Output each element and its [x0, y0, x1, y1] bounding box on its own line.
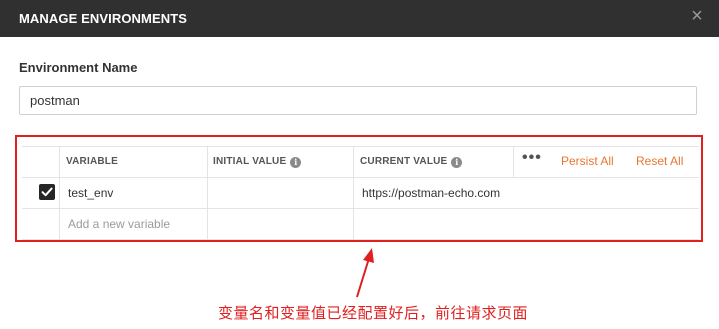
header-divider: [22, 177, 699, 178]
row-divider: [22, 208, 699, 209]
variable-name-cell[interactable]: test_env: [68, 186, 113, 200]
dialog-titlebar: MANAGE ENVIRONMENTS ×: [0, 0, 719, 37]
header-initial-value-label: INITIAL VALUE: [213, 156, 287, 167]
column-divider: [207, 146, 208, 240]
new-variable-input[interactable]: Add a new variable: [68, 217, 170, 231]
row-enabled-checkbox[interactable]: [39, 184, 55, 200]
header-variable: VARIABLE: [66, 156, 118, 167]
table-top-border: [22, 146, 699, 147]
current-value-cell[interactable]: https://postman-echo.com: [362, 186, 500, 200]
environment-name-input[interactable]: [19, 86, 697, 115]
column-divider: [59, 146, 60, 240]
environment-name-label: Environment Name: [19, 60, 138, 75]
info-icon[interactable]: i: [451, 157, 463, 168]
variables-table: VARIABLE INITIAL VALUE i CURRENT VALUE i •…: [22, 146, 699, 240]
checkmark-icon: [41, 187, 53, 197]
header-initial-value: INITIAL VALUE i: [213, 156, 302, 168]
persist-all-button[interactable]: Persist All: [561, 154, 614, 168]
column-divider: [353, 146, 354, 240]
info-icon[interactable]: i: [290, 157, 302, 168]
annotation-arrow-icon: [356, 248, 374, 298]
header-current-value-label: CURRENT VALUE: [360, 156, 448, 167]
dialog-title: MANAGE ENVIRONMENTS: [19, 11, 188, 26]
reset-all-button[interactable]: Reset All: [636, 154, 683, 168]
close-icon[interactable]: ×: [687, 6, 707, 26]
more-options-icon[interactable]: •••: [522, 149, 542, 167]
table-bottom-border: [22, 239, 699, 240]
column-divider: [513, 146, 514, 177]
annotation-text: 变量名和变量值已经配置好后，前往请求页面: [218, 304, 529, 322]
header-current-value: CURRENT VALUE i: [360, 156, 463, 168]
